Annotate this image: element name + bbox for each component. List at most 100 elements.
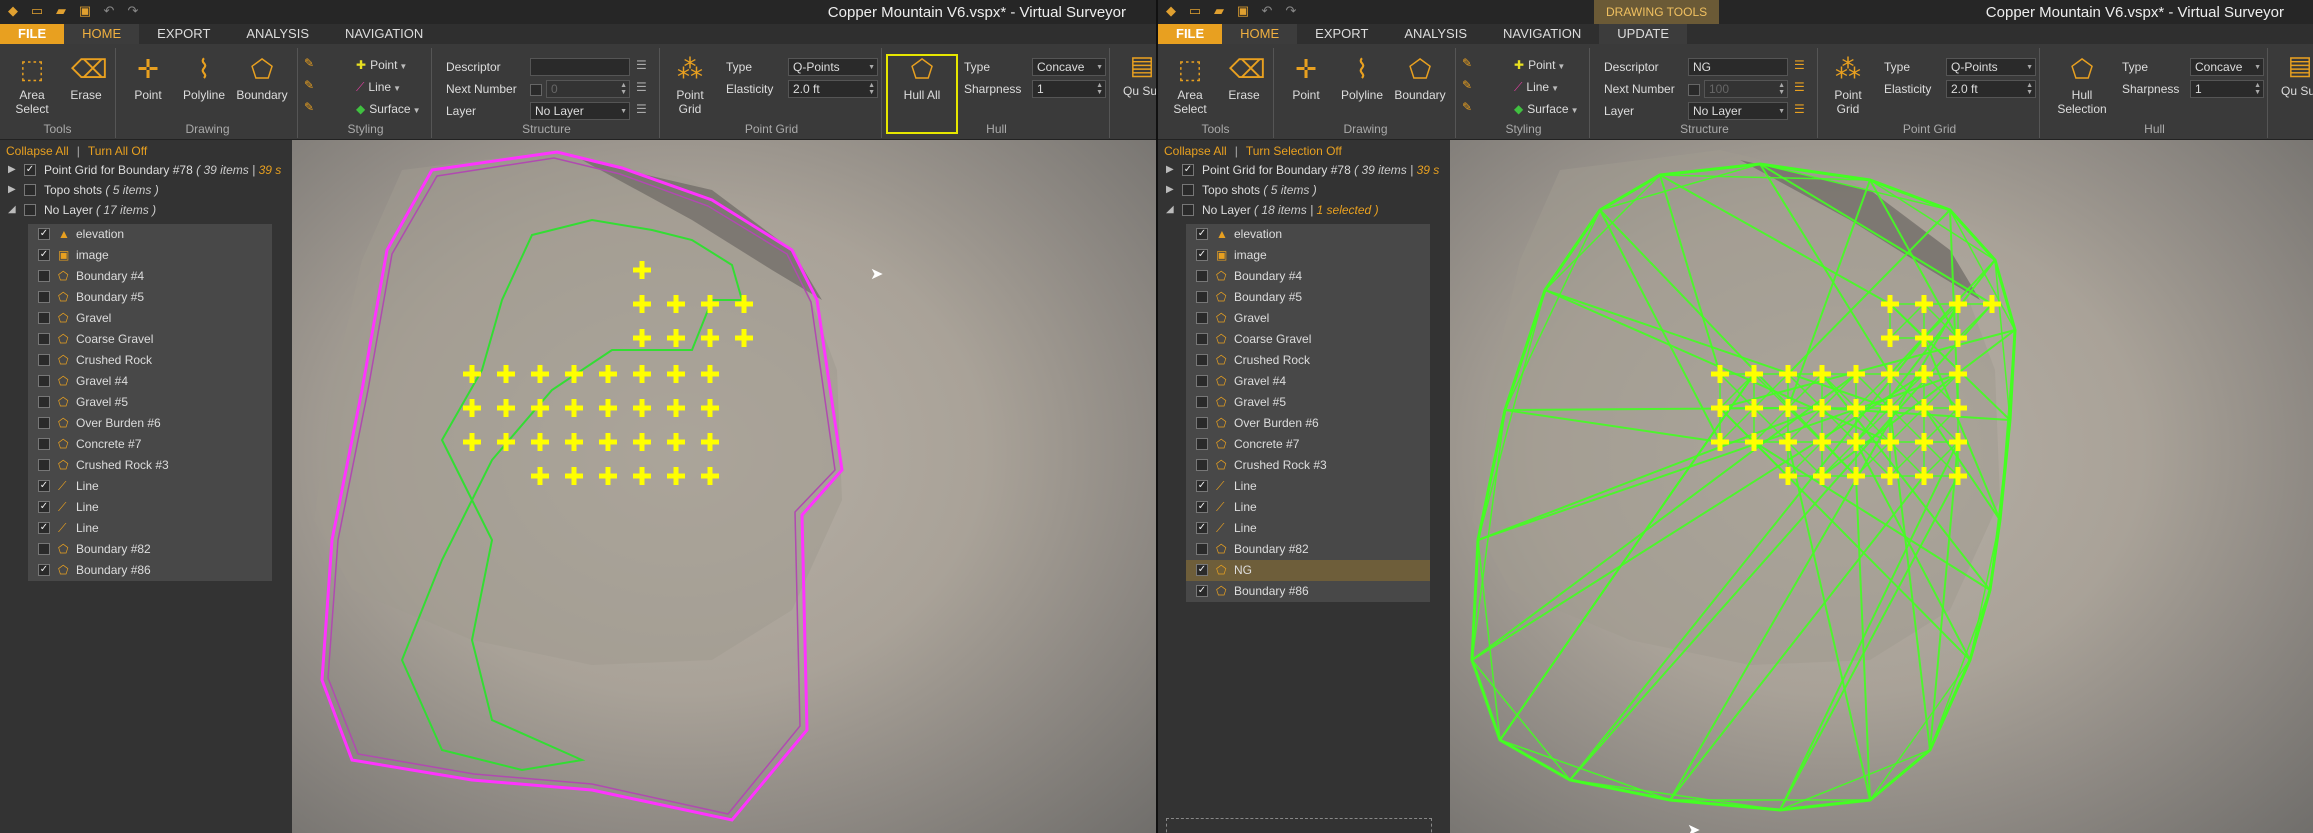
tab-export[interactable]: EXPORT	[1297, 24, 1386, 44]
layer-item[interactable]: ⬠ Boundary #4	[28, 266, 272, 287]
layer-checkbox[interactable]	[1196, 312, 1208, 324]
style-tool-icon-1[interactable]: ✎	[1462, 56, 1472, 70]
new-file-icon[interactable]: ▭	[28, 3, 46, 19]
tab-file[interactable]: FILE	[0, 24, 65, 44]
sharpness-input[interactable]: 1 ▲ ▼	[2190, 80, 2264, 98]
menu-icon[interactable]: ◆	[1162, 3, 1180, 19]
tab-home[interactable]: HOME	[64, 24, 140, 44]
style-tool-icon-2[interactable]: ✎	[1462, 78, 1472, 92]
line-style-dropdown[interactable]: ⟋ Line ▼	[356, 80, 401, 95]
layer-checkbox[interactable]	[1196, 354, 1208, 366]
tree-item-no-layer[interactable]: ◢ No Layer ( 18 items | 1 selected )	[1158, 200, 1450, 220]
undo-icon[interactable]: ↶	[1258, 3, 1276, 19]
layer-item[interactable]: ⬠ Gravel #5	[1186, 392, 1430, 413]
erase-button[interactable]: ⌫ Erase	[1218, 54, 1270, 102]
layer-checkbox[interactable]	[1196, 291, 1208, 303]
tree-item-no-layer[interactable]: ◢ No Layer ( 17 items )	[0, 200, 292, 220]
tab-navigation[interactable]: NAVIGATION	[1485, 24, 1599, 44]
tree-item-topo-shots[interactable]: ▶ Topo shots ( 5 items )	[1158, 180, 1450, 200]
layer-checkbox[interactable]	[1196, 333, 1208, 345]
layer-checkbox[interactable]: ✓	[1196, 480, 1208, 492]
tree-item-topo-shots[interactable]: ▶ Topo shots ( 5 items )	[0, 180, 292, 200]
layer-checkbox[interactable]: ✓	[38, 480, 50, 492]
polyline-button[interactable]: ⌇ Polyline	[1336, 54, 1388, 102]
hull-all-button[interactable]: ⬠ Hull All	[896, 54, 948, 102]
layer-checkbox[interactable]	[1196, 375, 1208, 387]
layer-checkbox[interactable]	[38, 333, 50, 345]
layer-checkbox[interactable]	[38, 312, 50, 324]
line-style-dropdown[interactable]: ⟋ Line ▼	[1514, 80, 1559, 95]
layer-item[interactable]: ⬠ Gravel	[1186, 308, 1430, 329]
tab-export[interactable]: EXPORT	[139, 24, 228, 44]
layer-item[interactable]: ✓ ⬠ Boundary #86	[28, 560, 272, 581]
surface-style-dropdown[interactable]: ◆ Surface ▼	[1514, 102, 1579, 116]
tab-analysis[interactable]: ANALYSIS	[228, 24, 327, 44]
layer-checkbox[interactable]	[1196, 270, 1208, 282]
next-number-checkbox[interactable]	[1688, 84, 1700, 96]
boundary-button[interactable]: ⬠ Boundary	[236, 54, 288, 102]
layer-checkbox[interactable]	[38, 417, 50, 429]
layer-item[interactable]: ✓ ⬠ Boundary #86	[1186, 581, 1430, 602]
point-style-dropdown[interactable]: ✚ Point ▼	[1514, 58, 1565, 72]
layer-item[interactable]: ⬠ Crushed Rock #3	[28, 455, 272, 476]
layer-checkbox[interactable]	[1196, 438, 1208, 450]
layer-item[interactable]: ✓ ▲ elevation	[28, 224, 272, 245]
hull-selection-button[interactable]: ⬠ Hull Selection	[2050, 54, 2114, 116]
layer-select[interactable]: No Layer ▼	[1688, 102, 1788, 120]
drop-zone[interactable]	[1166, 818, 1432, 833]
layer-item[interactable]: ⬠ Gravel	[28, 308, 272, 329]
style-tool-icon-2[interactable]: ✎	[304, 78, 314, 92]
turn-all-off-link[interactable]: Turn All Off	[88, 144, 147, 158]
area-select-button[interactable]: ⬚ Area Select	[1164, 54, 1216, 116]
grid-type-select[interactable]: Q-Points ▼	[1946, 58, 2036, 76]
layer-item[interactable]: ⬠ Coarse Gravel	[28, 329, 272, 350]
layer-checkbox[interactable]	[38, 270, 50, 282]
layer-item[interactable]: ⬠ Boundary #82	[28, 539, 272, 560]
list-icon[interactable]: ☰	[1794, 58, 1805, 72]
boundary-button[interactable]: ⬠ Boundary	[1394, 54, 1446, 102]
layer-checkbox[interactable]	[38, 291, 50, 303]
spin-arrows-icon[interactable]: ▲ ▼	[2026, 82, 2033, 96]
elasticity-input[interactable]: 2.0 ft ▲ ▼	[788, 80, 878, 98]
layer-item[interactable]: ✓ ▣ image	[28, 245, 272, 266]
layer-checkbox[interactable]: ✓	[1196, 501, 1208, 513]
list-icon[interactable]: ☰	[1794, 80, 1805, 94]
list-icon[interactable]: ☰	[1794, 102, 1805, 116]
collapse-arrow-icon[interactable]: ◢	[8, 200, 16, 220]
point-button[interactable]: ✛ Point	[122, 54, 174, 102]
save-icon[interactable]: ▣	[76, 3, 94, 19]
map-canvas[interactable]	[292, 140, 1156, 833]
descriptor-input[interactable]	[530, 58, 630, 76]
map-canvas[interactable]	[1450, 140, 2313, 833]
layer-checkbox[interactable]	[38, 354, 50, 366]
layer-checkbox[interactable]: ✓	[1196, 228, 1208, 240]
layer-item[interactable]: ✓ ⟋ Line	[1186, 497, 1430, 518]
layer-item[interactable]: ⬠ Crushed Rock	[28, 350, 272, 371]
collapse-all-link[interactable]: Collapse All	[6, 144, 69, 158]
save-icon[interactable]: ▣	[1234, 3, 1252, 19]
descriptor-input[interactable]: NG	[1688, 58, 1788, 76]
layer-checkbox[interactable]	[1196, 396, 1208, 408]
layer-checkbox[interactable]	[24, 204, 36, 216]
collapse-all-link[interactable]: Collapse All	[1164, 144, 1227, 158]
layer-item[interactable]: ⬠ Over Burden #6	[1186, 413, 1430, 434]
layer-checkbox[interactable]	[38, 459, 50, 471]
layer-item[interactable]: ⬠ Boundary #5	[1186, 287, 1430, 308]
layer-checkbox[interactable]: ✓	[24, 164, 36, 176]
sharpness-input[interactable]: 1 ▲ ▼	[1032, 80, 1106, 98]
tree-item-point-grid[interactable]: ▶ ✓ Point Grid for Boundary #78 ( 39 items…	[1158, 160, 1450, 180]
open-folder-icon[interactable]: ▰	[52, 3, 70, 19]
layer-select[interactable]: No Layer ▼	[530, 102, 630, 120]
layer-item[interactable]: ⬠ Concrete #7	[1186, 434, 1430, 455]
layer-checkbox[interactable]	[24, 184, 36, 196]
layer-item[interactable]: ✓ ⟋ Line	[1186, 518, 1430, 539]
spin-arrows-icon[interactable]: ▲ ▼	[2254, 82, 2261, 96]
redo-icon[interactable]: ↷	[124, 3, 142, 19]
layer-checkbox[interactable]	[1182, 184, 1194, 196]
point-button[interactable]: ✛ Point	[1280, 54, 1332, 102]
hull-type-select[interactable]: Concave ▼	[1032, 58, 1106, 76]
tab-navigation[interactable]: NAVIGATION	[327, 24, 441, 44]
next-number-input[interactable]: 100 ▲ ▼	[1704, 80, 1788, 98]
layer-checkbox[interactable]	[38, 543, 50, 555]
layer-checkbox[interactable]: ✓	[1196, 585, 1208, 597]
